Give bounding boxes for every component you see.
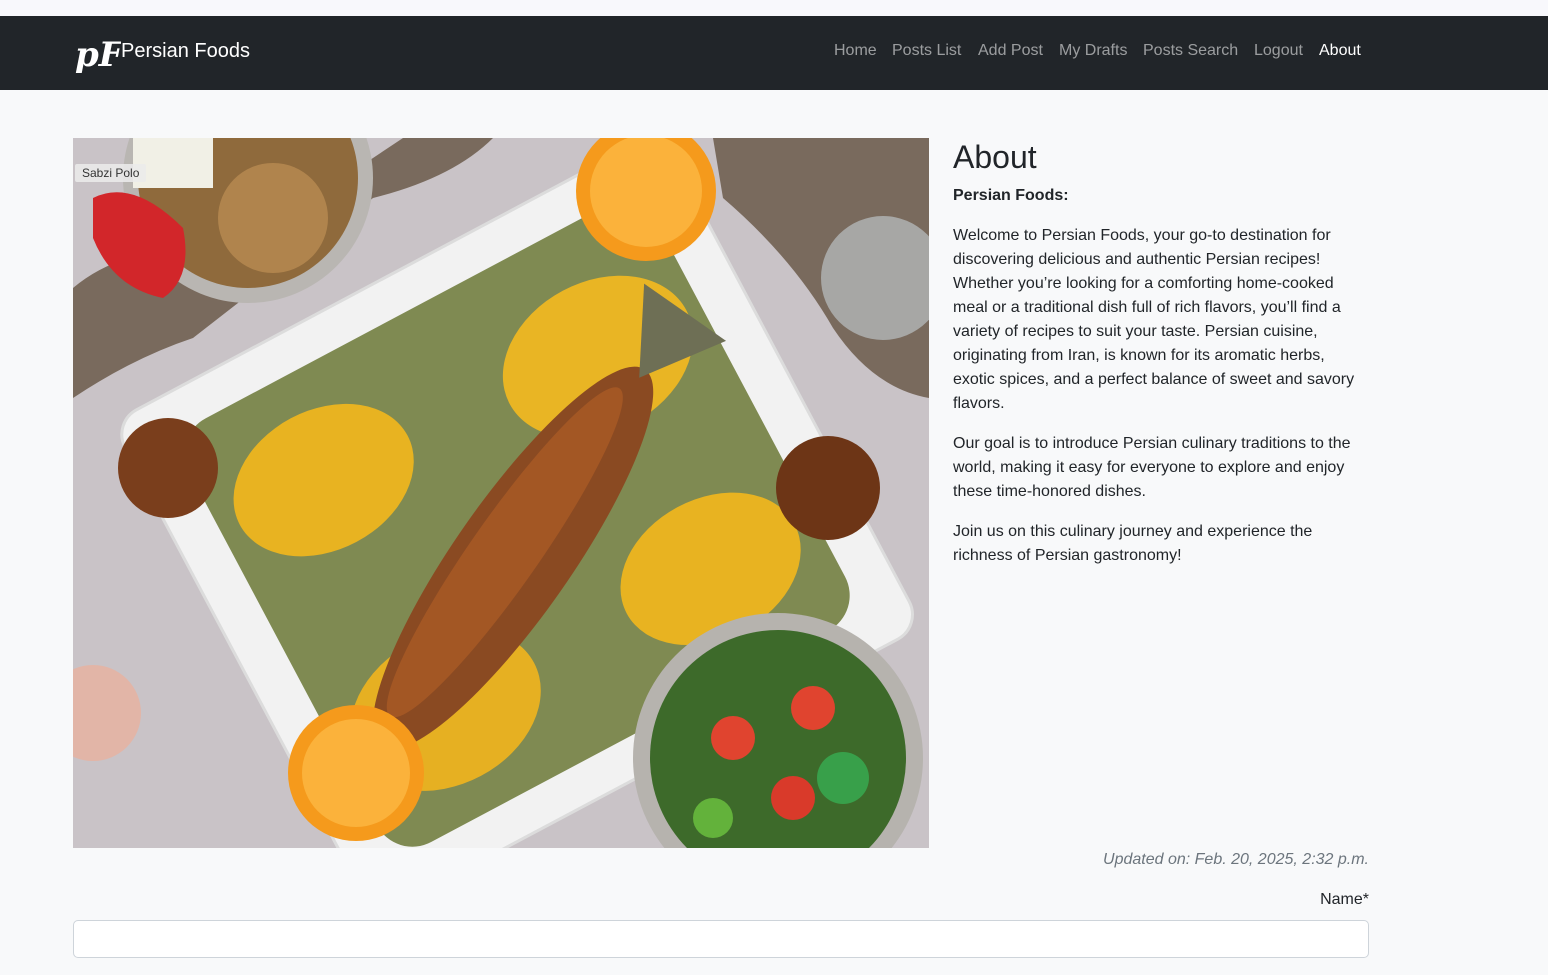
image-caption: Sabzi Polo bbox=[75, 164, 147, 182]
about-paragraph: Our goal is to introduce Persian culinar… bbox=[953, 435, 1351, 500]
browser-top-strip bbox=[0, 0, 1548, 16]
updated-timestamp: Updated on: Feb. 20, 2025, 2:32 p.m. bbox=[1103, 851, 1369, 868]
page-title: About bbox=[953, 139, 1037, 175]
about-section: About Persian Foods: Welcome to Persian … bbox=[953, 138, 1369, 568]
nav-menu: Home Posts List Add Post My Drafts Posts… bbox=[0, 42, 1548, 64]
nav-posts-search[interactable]: Posts Search bbox=[1143, 42, 1238, 60]
name-field[interactable] bbox=[73, 920, 1369, 958]
food-photo-illustration bbox=[73, 138, 929, 848]
about-paragraph: Join us on this culinary journey and exp… bbox=[953, 523, 1313, 564]
food-photo: Sabzi Polo bbox=[73, 138, 929, 848]
nav-add-post[interactable]: Add Post bbox=[978, 42, 1043, 60]
nav-my-drafts[interactable]: My Drafts bbox=[1059, 42, 1127, 60]
about-paragraph: Welcome to Persian Foods, your go-to des… bbox=[953, 227, 1355, 412]
navbar: pF Persian Foods Home Posts List Add Pos… bbox=[0, 16, 1548, 90]
about-subtitle: Persian Foods: bbox=[953, 187, 1069, 204]
nav-posts-list[interactable]: Posts List bbox=[892, 42, 961, 60]
name-label: Name* bbox=[1320, 891, 1369, 908]
nav-about[interactable]: About bbox=[1319, 42, 1361, 60]
nav-home[interactable]: Home bbox=[834, 42, 877, 60]
nav-logout[interactable]: Logout bbox=[1254, 42, 1303, 60]
